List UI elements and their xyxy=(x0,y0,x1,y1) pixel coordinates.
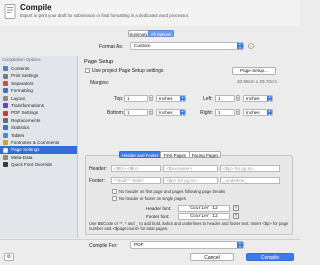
sidebar-item-footnotes-comments[interactable]: Footnotes & Comments xyxy=(0,139,77,146)
sidebar-item-layout[interactable]: Layout xyxy=(0,95,77,102)
font-override-icon xyxy=(3,162,8,168)
document-icon xyxy=(4,4,16,19)
header-footer-help-text: Use BBCode or **, * and _ to add bold, i… xyxy=(89,221,289,232)
sidebar-item-print-settings[interactable]: Print Settings xyxy=(0,72,77,79)
left-margin-input[interactable]: 1 xyxy=(215,95,235,102)
chevron-updown-icon: ▴ ▾ xyxy=(180,109,185,117)
sidebar-item-page-settings[interactable]: Page Settings xyxy=(0,146,77,154)
sidebar-item-tables[interactable]: Tables xyxy=(0,132,77,139)
top-margin-unit-select[interactable]: Inches ▴ ▾ xyxy=(156,95,186,102)
tables-icon xyxy=(3,132,8,138)
format-as-select[interactable]: Custom ▴ ▾ xyxy=(130,42,244,50)
sidebar-item-transformations[interactable]: Transformations xyxy=(0,102,77,109)
no-header-first-page-checkbox[interactable] xyxy=(112,189,117,194)
right-margin-stepper[interactable]: ▴ ▾ xyxy=(236,109,240,115)
sidebar-item-separators[interactable]: Separators xyxy=(0,80,77,87)
right-margin-input[interactable]: 1 xyxy=(215,109,235,116)
tab-summary[interactable]: Summary xyxy=(128,30,149,37)
pdf-icon xyxy=(3,110,8,116)
contents-icon xyxy=(3,66,8,72)
print-icon xyxy=(3,73,8,79)
header-right-field[interactable]: <$p> for pg no. xyxy=(220,165,280,172)
right-margin-label: Right: xyxy=(200,110,214,116)
transformations-icon xyxy=(3,103,8,109)
no-header-first-page-label: No header on first page and pages follow… xyxy=(119,189,226,194)
paper-size-readout: 20.99cm x 29.70cm xyxy=(237,79,278,84)
page-setup-button[interactable]: Page Setup... xyxy=(232,67,276,75)
format-as-label: Format As: xyxy=(99,44,124,50)
left-margin-label: Left: xyxy=(203,96,213,102)
replacements-icon xyxy=(3,117,8,123)
layout-icon xyxy=(3,95,8,101)
metadata-icon xyxy=(3,154,8,160)
chevron-updown-icon: ▴ ▾ xyxy=(267,109,272,117)
tab-header-and-footer[interactable]: Header and Footer xyxy=(119,151,161,158)
left-margin-unit-select[interactable]: Inches ▴ ▾ xyxy=(243,95,273,102)
left-margin-stepper[interactable]: ▴ ▾ xyxy=(236,95,240,101)
top-margin-input[interactable]: 1 xyxy=(124,95,148,102)
gear-icon[interactable]: ⚙ xyxy=(4,253,14,261)
statistics-icon xyxy=(3,125,8,131)
header-font-label: Header font: xyxy=(146,206,172,211)
footer-font-picker-icon[interactable]: T xyxy=(233,213,239,219)
bottom-margin-label: Bottom: xyxy=(107,110,125,116)
top-margin-stepper[interactable]: ▴ ▾ xyxy=(149,95,153,101)
page-settings-icon xyxy=(3,147,8,153)
bottom-margin-unit-select[interactable]: Inches ▴ ▾ xyxy=(156,109,186,116)
right-margin-unit-select[interactable]: Inches ▴ ▾ xyxy=(243,109,273,116)
sidebar-item-quick-font-override[interactable]: Quick Font Override xyxy=(0,161,77,168)
use-project-page-setup-checkbox[interactable] xyxy=(85,68,90,73)
compile-for-select[interactable]: PDF ▴ ▾ xyxy=(130,241,244,249)
sidebar-item-replacements[interactable]: Replacements xyxy=(0,117,77,124)
sidebar-item-formatting[interactable]: Formatting xyxy=(0,87,77,94)
dialog-title: Compile xyxy=(20,3,52,12)
footer-left-field[interactable]: **bold** *italic* xyxy=(111,177,161,184)
chevron-updown-icon: ▴ ▾ xyxy=(237,241,243,248)
format-as-value: Custom xyxy=(134,44,151,49)
footer-right-field[interactable]: _underline_ xyxy=(220,177,280,184)
format-options-icon[interactable]: ••• xyxy=(248,43,254,49)
footer-label: Footer: xyxy=(89,178,105,184)
bottom-margin-stepper[interactable]: ▴ ▾ xyxy=(149,109,153,115)
use-project-page-setup-label: Use project Page Setup settings xyxy=(92,68,164,74)
sidebar-item-meta-data[interactable]: Meta-Data xyxy=(0,154,77,161)
no-header-single-pages-checkbox[interactable] xyxy=(112,196,117,201)
chevron-updown-icon: ▴ ▾ xyxy=(180,95,185,103)
margins-label: Margins: xyxy=(90,80,110,86)
chevron-updown-icon: ▴ ▾ xyxy=(237,42,243,49)
tab-facing-pages[interactable]: Facing Pages xyxy=(189,151,221,158)
footer-font-label: Footer font: xyxy=(146,214,170,219)
compile-for-value: PDF xyxy=(134,243,144,248)
dialog-subtitle: Export or print your draft for submissio… xyxy=(20,13,190,18)
formatting-icon xyxy=(3,88,8,94)
footnotes-icon xyxy=(3,140,8,146)
footer-font-field[interactable]: Courier 12 xyxy=(178,213,230,220)
top-margin-label: Top: xyxy=(114,96,124,102)
separators-icon xyxy=(3,80,8,86)
chevron-updown-icon: ▴ ▾ xyxy=(267,95,272,103)
cancel-button[interactable]: Cancel xyxy=(190,253,234,261)
compile-button[interactable]: Compile xyxy=(246,253,294,261)
tab-all-options[interactable]: All Options xyxy=(148,30,174,37)
page-setup-title: Page Setup xyxy=(84,59,114,65)
header-font-picker-icon[interactable]: T xyxy=(233,205,239,211)
tab-first-pages[interactable]: First Pages xyxy=(160,151,190,158)
no-header-single-pages-label: No header or footer on single pages xyxy=(119,196,186,201)
sidebar-title: Compilation Options xyxy=(2,57,41,62)
header-label: Header: xyxy=(89,166,107,172)
header-left-field[interactable]: <$fn> <$ln> xyxy=(111,165,161,172)
footer-center-field[interactable]: <$p> for pg no. xyxy=(163,177,218,184)
header-font-field[interactable]: Courier 12 xyxy=(178,205,230,212)
sidebar-item-pdf-settings[interactable]: PDF Settings xyxy=(0,109,77,116)
bottom-margin-input[interactable]: 1 xyxy=(124,109,148,116)
compile-for-label: Compile For: xyxy=(89,243,118,249)
sidebar-item-statistics[interactable]: Statistics xyxy=(0,124,77,131)
header-center-field[interactable]: <$surname> xyxy=(163,165,218,172)
sidebar-item-contents[interactable]: Contents xyxy=(0,65,77,72)
